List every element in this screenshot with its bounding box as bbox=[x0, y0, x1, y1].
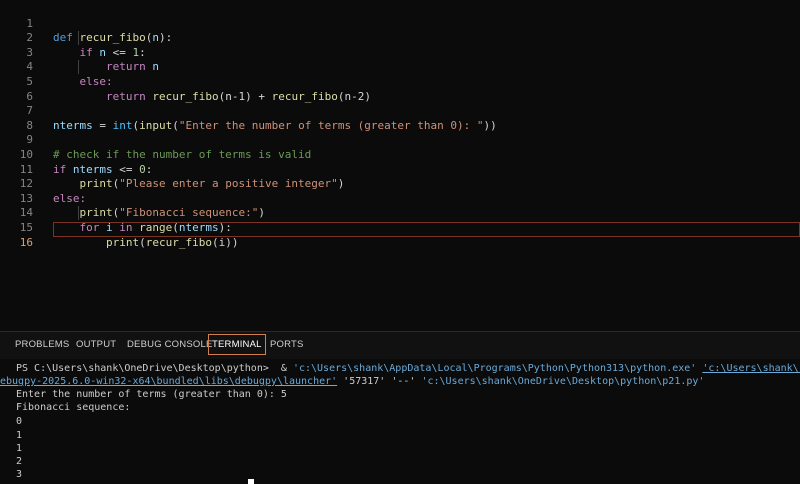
terminal-output-line: 2 bbox=[16, 456, 23, 467]
code-line: 6 bbox=[0, 75, 800, 103]
tab-debug-console[interactable]: DEBUG CONSOLE bbox=[127, 339, 212, 350]
code-line: 9 # check if the number of terms is vali… bbox=[0, 119, 800, 161]
code-line: 8 bbox=[0, 104, 800, 132]
code-line: 7 nterms = int(input("Enter the number o… bbox=[0, 90, 800, 132]
code-token: ( bbox=[139, 235, 146, 249]
code-editor[interactable]: 1 def recur_fibo(n): 2 if n <= 1: 3 retu… bbox=[0, 0, 800, 330]
terminal-command-line: PS C:\Users\shank\OneDrive\Desktop\pytho… bbox=[16, 362, 800, 375]
code-line: 13 print("Fibonacci sequence:") bbox=[0, 177, 800, 220]
terminal-prompt: PS C:\Users\shank\OneDrive\Desktop\pytho… bbox=[16, 363, 293, 374]
terminal-cursor bbox=[248, 479, 254, 484]
code-line: 15 print(recur_fibo(i)) bbox=[0, 206, 800, 249]
code-token: recur_fibo bbox=[145, 235, 212, 249]
terminal-launcher-link[interactable]: 'c:\Users\shank\.vscode\extensi bbox=[702, 363, 800, 374]
code-line: 11 print("Please enter a positive intege… bbox=[0, 148, 800, 191]
code-line: 1 def recur_fibo(n): bbox=[0, 2, 800, 45]
code-line: 4 else: bbox=[0, 46, 800, 88]
terminal-output-line: Enter the number of terms (greater than … bbox=[16, 389, 287, 400]
indent-guide bbox=[78, 31, 79, 45]
code-line: 10 if nterms <= 0: bbox=[0, 133, 800, 176]
terminal-output-line: 1 bbox=[16, 443, 23, 454]
indent-guide bbox=[78, 206, 79, 220]
terminal-python-path: 'c:\Users\shank\AppData\Local\Programs\P… bbox=[292, 363, 697, 374]
terminal-output-line: 1 bbox=[16, 430, 23, 441]
terminal-file-path: 'c:\Users\shank\OneDrive\Desktop\python\… bbox=[421, 376, 705, 387]
code-line: 5 return recur_fibo(n-1) + recur_fibo(n-… bbox=[0, 60, 800, 103]
terminal-output-line: Fibonacci sequence: bbox=[16, 402, 131, 413]
code-line: 16 bbox=[0, 222, 800, 249]
code-token: ) bbox=[231, 235, 239, 249]
tab-terminal[interactable]: TERMINAL bbox=[208, 334, 266, 355]
terminal-args: '57317' '--' bbox=[337, 376, 422, 387]
code-token: (i) bbox=[211, 235, 232, 249]
tab-ports[interactable]: PORTS bbox=[270, 339, 304, 350]
panel-tab-bar: PROBLEMS OUTPUT DEBUG CONSOLE TERMINAL P… bbox=[0, 331, 800, 360]
code-token: print bbox=[105, 235, 140, 249]
terminal-launcher-link[interactable]: ebugpy-2025.6.0-win32-x64\bundled\libs\d… bbox=[0, 376, 337, 387]
code-line: 14 for i in range(nterms): bbox=[0, 192, 800, 234]
terminal-command-line-wrap: ebugpy-2025.6.0-win32-x64\bundled\libs\d… bbox=[0, 375, 704, 388]
code-line: 2 if n <= 1: bbox=[0, 17, 800, 59]
code-line: 3 return n bbox=[0, 31, 800, 74]
code-line: 12 else: bbox=[0, 163, 800, 205]
terminal-output-line: 3 bbox=[16, 469, 23, 480]
line-number: 16 bbox=[19, 236, 33, 250]
indent-guide bbox=[78, 60, 79, 74]
terminal-output-line: 0 bbox=[16, 416, 23, 427]
tab-problems[interactable]: PROBLEMS bbox=[15, 339, 69, 350]
terminal[interactable]: PS C:\Users\shank\OneDrive\Desktop\pytho… bbox=[0, 359, 800, 484]
tab-output[interactable]: OUTPUT bbox=[76, 339, 116, 350]
